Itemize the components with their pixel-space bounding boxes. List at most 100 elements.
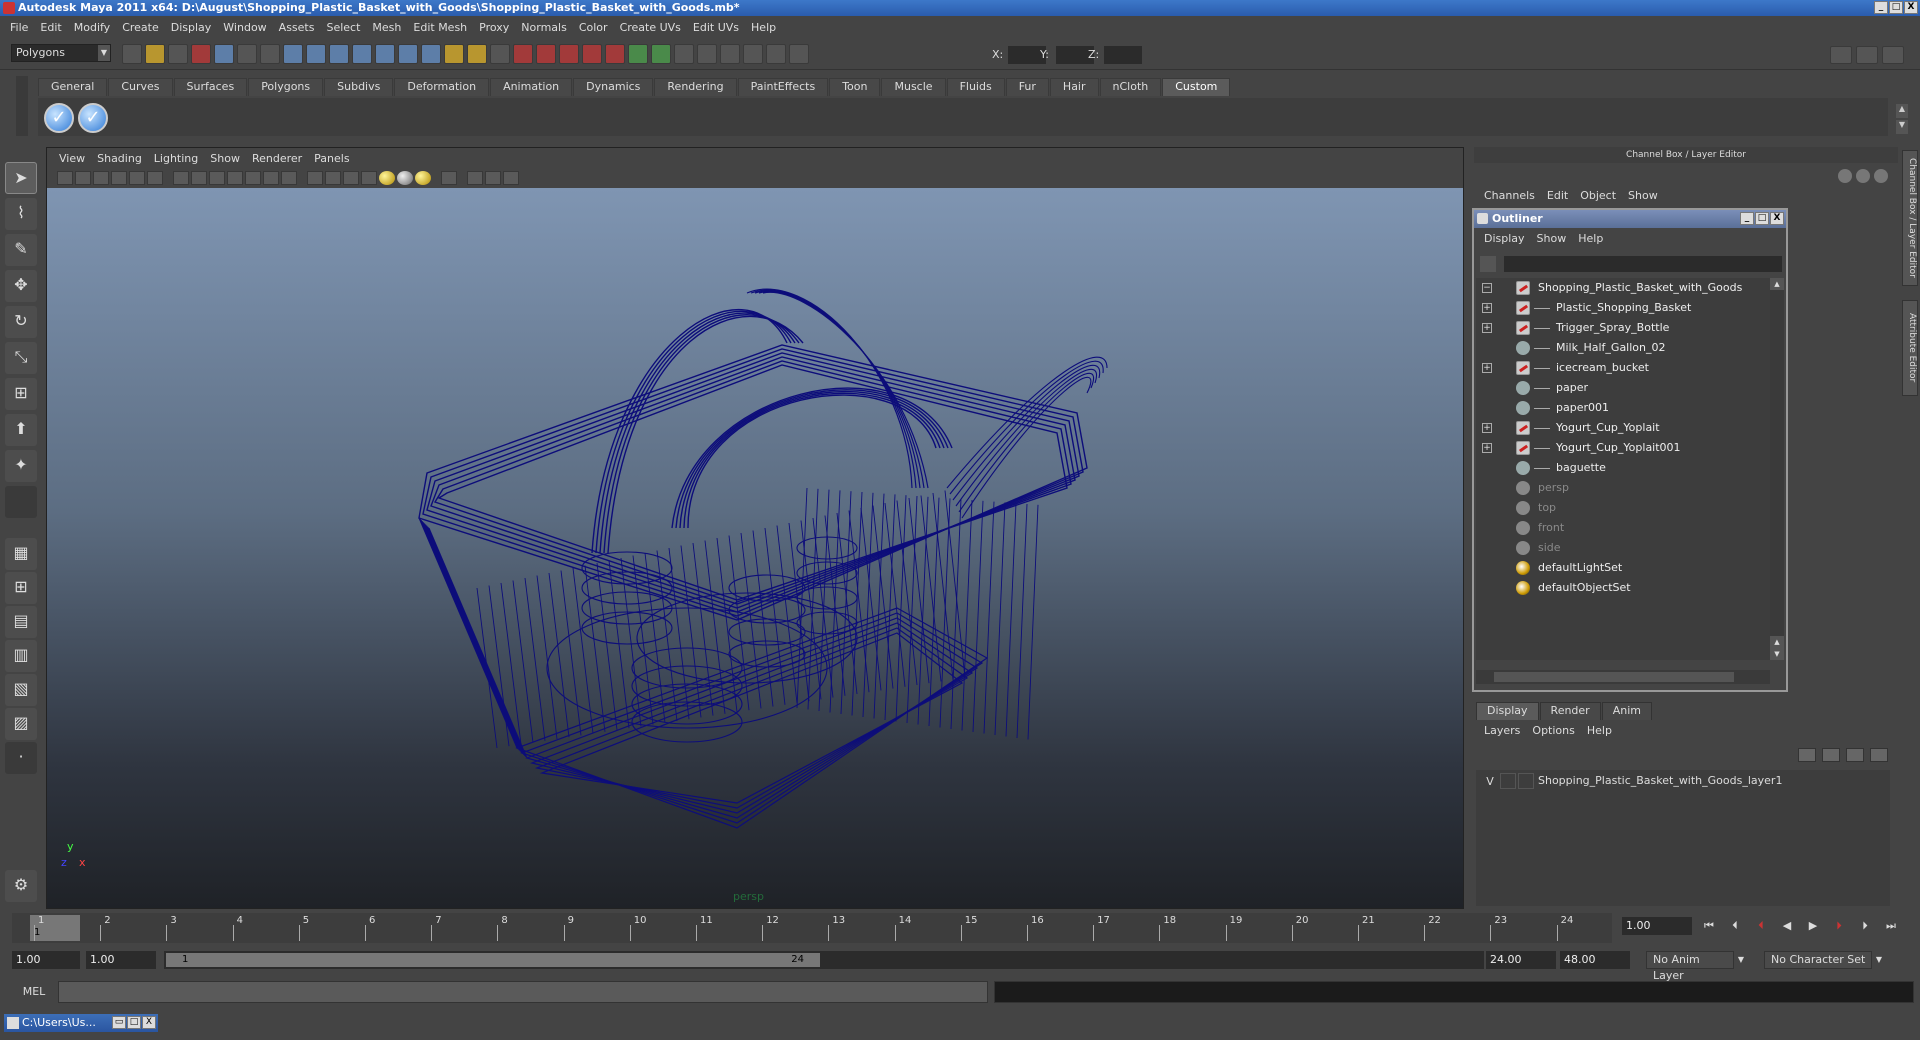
tab-toon[interactable]: Toon: [829, 78, 881, 96]
outliner-menu-show[interactable]: Show: [1531, 232, 1573, 245]
move-tool-icon[interactable]: ✥: [5, 270, 37, 302]
select-camera-icon[interactable]: [57, 171, 73, 185]
channel-box-mode-icon[interactable]: [1856, 169, 1870, 183]
snap-view-plane-icon[interactable]: [582, 44, 602, 64]
select-deformations-icon[interactable]: [375, 44, 395, 64]
select-dynamics-icon[interactable]: [398, 44, 418, 64]
quick-layout-icon[interactable]: ⚙: [5, 870, 37, 902]
step-forward-key-icon[interactable]: ⏵: [1830, 917, 1848, 935]
menu-create[interactable]: Create: [116, 21, 165, 34]
snap-grid-icon[interactable]: [513, 44, 533, 64]
outliner-item[interactable]: baguette: [1476, 458, 1770, 478]
outliner-item[interactable]: paper: [1476, 378, 1770, 398]
viewport-menu-panels[interactable]: Panels: [308, 152, 355, 165]
channel-box-menu-show[interactable]: Show: [1622, 189, 1664, 202]
pin-icon[interactable]: [1874, 169, 1888, 183]
channel-box-menu-object[interactable]: Object: [1574, 189, 1622, 202]
go-to-end-icon[interactable]: ⏭: [1882, 917, 1900, 935]
tab-rendering[interactable]: Rendering: [654, 78, 737, 96]
outliner-horizontal-scrollbar[interactable]: [1476, 670, 1770, 684]
hypershade-layout-icon[interactable]: ▧: [5, 674, 37, 706]
expand-toggle-icon[interactable]: +: [1482, 423, 1492, 433]
menu-modify[interactable]: Modify: [68, 21, 116, 34]
xray-icon[interactable]: [361, 171, 377, 185]
viewport-menu-show[interactable]: Show: [204, 152, 246, 165]
tab-surfaces[interactable]: Surfaces: [173, 78, 248, 96]
range-handle[interactable]: 1 24: [166, 953, 820, 967]
play-backwards-icon[interactable]: ◀: [1778, 917, 1796, 935]
make-live-icon[interactable]: [605, 44, 625, 64]
scroll-up-icon[interactable]: ▲: [1770, 278, 1784, 290]
film-gate-icon[interactable]: [191, 171, 207, 185]
minimized-window[interactable]: C:\Users\Us... ▭ □ X: [4, 1014, 158, 1032]
layer-color-swatch[interactable]: [1518, 773, 1534, 789]
grid-icon[interactable]: [173, 171, 189, 185]
image-plane-icon[interactable]: [111, 171, 127, 185]
expand-toggle-icon[interactable]: +: [1482, 443, 1492, 453]
viewport-menu-view[interactable]: View: [53, 152, 91, 165]
select-rendering-icon[interactable]: [421, 44, 441, 64]
tab-attribute-editor[interactable]: Attribute Editor: [1902, 300, 1918, 396]
menu-mesh[interactable]: Mesh: [366, 21, 407, 34]
outliner-item[interactable]: + Yogurt_Cup_Yoplait001: [1476, 438, 1770, 458]
step-forward-frame-icon[interactable]: ⏵: [1856, 917, 1874, 935]
scale-tool-icon[interactable]: ⤡: [5, 342, 37, 374]
menu-edit-uvs[interactable]: Edit UVs: [687, 21, 745, 34]
last-tool-icon[interactable]: ✦: [5, 450, 37, 482]
playback-end-field[interactable]: 24.00: [1486, 951, 1556, 969]
step-back-key-icon[interactable]: ⏴: [1752, 917, 1770, 935]
render-settings-icon[interactable]: [743, 44, 763, 64]
expand-toggle-icon[interactable]: −: [1482, 283, 1492, 293]
snap-curve-icon[interactable]: [536, 44, 556, 64]
maximize-button[interactable]: □: [127, 1016, 141, 1029]
ipr-render-icon[interactable]: [720, 44, 740, 64]
camera-attributes-icon[interactable]: [75, 171, 91, 185]
single-perspective-layout-icon[interactable]: ▦: [5, 538, 37, 570]
outliner-item[interactable]: top: [1476, 498, 1770, 518]
tab-deformation[interactable]: Deformation: [394, 78, 490, 96]
gate-mask-icon[interactable]: [227, 171, 243, 185]
tab-muscle[interactable]: Muscle: [881, 78, 946, 96]
input-mode-icon[interactable]: [789, 44, 809, 64]
share-view-icon[interactable]: [503, 171, 519, 185]
move-layer-down-icon[interactable]: [1822, 748, 1840, 762]
filter-icon[interactable]: [1480, 256, 1496, 272]
outliner-close-button[interactable]: X: [1770, 212, 1784, 225]
menu-create-uvs[interactable]: Create UVs: [614, 21, 687, 34]
persp-outliner-layout-icon[interactable]: ▤: [5, 606, 37, 638]
outliner-item[interactable]: side: [1476, 538, 1770, 558]
scroll-down-icon[interactable]: ▼: [1770, 648, 1784, 660]
all-lights-icon[interactable]: [397, 171, 413, 185]
select-curves-icon[interactable]: [329, 44, 349, 64]
menu-window[interactable]: Window: [217, 21, 272, 34]
select-handles-icon[interactable]: [283, 44, 303, 64]
outliner-filter-field[interactable]: [1504, 256, 1782, 272]
history-icon[interactable]: [628, 44, 648, 64]
outliner-maximize-button[interactable]: □: [1755, 212, 1769, 225]
snap-point-icon[interactable]: [559, 44, 579, 64]
layer-menu-layers[interactable]: Layers: [1478, 724, 1526, 737]
menu-proxy[interactable]: Proxy: [473, 21, 515, 34]
layout-options-icon[interactable]: ·: [5, 742, 37, 774]
anim-layer-dropdown[interactable]: No Anim Layer ▼: [1646, 951, 1744, 982]
default-light-icon[interactable]: [379, 171, 395, 185]
tab-render[interactable]: Render: [1539, 702, 1601, 720]
tab-curves[interactable]: Curves: [108, 78, 173, 96]
playback-start-field[interactable]: 1.00: [86, 951, 156, 969]
viewport-canvas[interactable]: y z x persp: [47, 188, 1463, 908]
outliner-item[interactable]: front: [1476, 518, 1770, 538]
time-slider[interactable]: 1 1 2 3 4 5 6 7 8 9 10 11 12 13 14 15 16 17 18 19 20 21 22 23 2…: [12, 913, 1612, 943]
tab-general[interactable]: General: [38, 78, 108, 96]
new-layer-icon[interactable]: [1846, 748, 1864, 762]
hud-icon[interactable]: [467, 171, 483, 185]
tab-dynamics[interactable]: Dynamics: [573, 78, 654, 96]
2d-pan-zoom-icon[interactable]: [129, 171, 145, 185]
move-layer-up-icon[interactable]: [1798, 748, 1816, 762]
new-layer-from-selected-icon[interactable]: [1870, 748, 1888, 762]
outliner-titlebar[interactable]: Outliner _ □ X: [1474, 210, 1786, 228]
close-button[interactable]: X: [1904, 1, 1918, 14]
scroll-down-icon[interactable]: ▼: [1896, 120, 1908, 134]
tab-polygons[interactable]: Polygons: [248, 78, 324, 96]
wireframe-on-shaded-icon[interactable]: [343, 171, 359, 185]
end-time-field[interactable]: 48.00: [1560, 951, 1630, 969]
